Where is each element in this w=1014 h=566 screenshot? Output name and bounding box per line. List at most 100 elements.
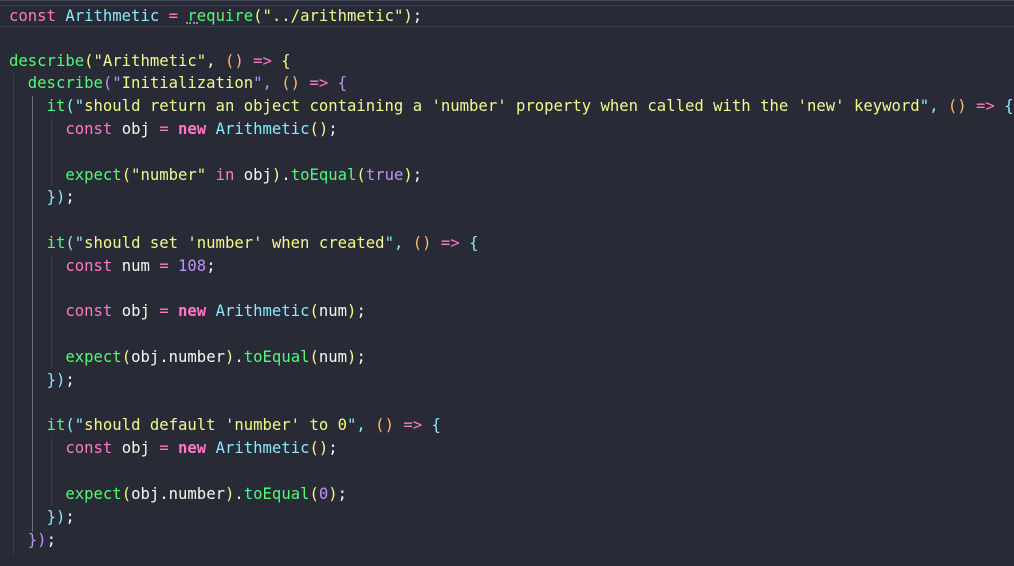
punctuation: } xyxy=(46,188,56,206)
function-call: require xyxy=(187,7,254,25)
punctuation: ) xyxy=(55,188,66,206)
function-call: expect xyxy=(65,348,122,366)
punctuation: ( xyxy=(121,166,132,184)
punctuation: ; xyxy=(356,302,366,320)
string-literal: should return an object containing a 'nu… xyxy=(84,97,920,115)
code-line-3: describe("Arithmetic", () => { xyxy=(9,50,291,72)
punctuation: . xyxy=(281,166,291,184)
punctuation: ( xyxy=(281,74,291,92)
string-literal: ../arithmetic xyxy=(271,7,394,25)
string-literal: "number" xyxy=(131,166,207,184)
code-line-17: }); xyxy=(9,369,75,391)
punctuation: ( xyxy=(412,234,423,252)
class-name: Arithmetic xyxy=(215,120,310,138)
keyword-const: const xyxy=(9,7,56,25)
arrow-operator: => xyxy=(976,97,995,115)
punctuation: ) xyxy=(55,371,66,389)
keyword-const: const xyxy=(65,257,113,275)
arrow-operator: => xyxy=(403,416,423,434)
punctuation: ; xyxy=(46,531,56,549)
code-line-20: const obj = new Arithmetic(); xyxy=(9,437,338,459)
code-editor[interactable]: const Arithmetic = require (" ../arithmeti… xyxy=(0,0,1014,566)
punctuation: ) xyxy=(318,439,329,457)
punctuation: ; xyxy=(65,371,75,389)
function-call: it xyxy=(46,97,66,115)
function-call: describe xyxy=(27,74,103,92)
function-call: expect xyxy=(65,485,122,503)
code-line-24: }); xyxy=(9,529,56,551)
code-line-19: it("should default 'number' to 0", () =>… xyxy=(9,414,441,436)
class-name: Arithmetic xyxy=(65,7,160,25)
identifier: obj xyxy=(121,439,150,457)
code-line-11: it("should set 'number' when created", (… xyxy=(9,232,479,254)
punctuation: ) xyxy=(271,166,282,184)
punctuation: ( xyxy=(309,348,319,366)
punctuation: { xyxy=(431,416,441,434)
punctuation: ( xyxy=(375,416,385,434)
punctuation: ) xyxy=(422,234,432,252)
punctuation: ( xyxy=(309,485,319,503)
punctuation: . xyxy=(159,485,169,503)
identifier: obj xyxy=(243,166,272,184)
punctuation: ) xyxy=(957,97,967,115)
punctuation: ; xyxy=(356,348,366,366)
punctuation: ( xyxy=(309,302,319,320)
punctuation: ; xyxy=(412,166,423,184)
property: number xyxy=(168,485,225,503)
operator: = xyxy=(159,257,169,275)
number-literal: 108 xyxy=(178,257,207,275)
punctuation: ( xyxy=(309,439,319,457)
punctuation: ( xyxy=(121,348,132,366)
punctuation: } xyxy=(27,531,38,549)
punctuation: ; xyxy=(337,485,348,503)
keyword-const: const xyxy=(65,302,113,320)
identifier: num xyxy=(318,348,348,366)
method-call: toEqual xyxy=(290,166,357,184)
code-line-12: const num = 108; xyxy=(9,255,216,277)
method-call: toEqual xyxy=(243,485,310,503)
keyword-new: new xyxy=(178,302,207,320)
punctuation: ) xyxy=(224,485,235,503)
punctuation: ) xyxy=(55,508,66,526)
punctuation: ) xyxy=(318,120,329,138)
class-name: Arithmetic xyxy=(215,302,310,320)
punctuation: } xyxy=(46,508,56,526)
punctuation: ; xyxy=(412,7,423,25)
identifier: obj xyxy=(131,348,160,366)
string-literal: should set 'number' when created xyxy=(84,234,385,252)
arrow-operator: => xyxy=(309,74,329,92)
arrow-operator: => xyxy=(440,234,460,252)
operator: = xyxy=(168,7,179,25)
code-line-16: expect(obj.number).toEqual(num); xyxy=(9,346,366,368)
punctuation: ; xyxy=(206,257,216,275)
code-line-8: expect("number" in obj).toEqual(true); xyxy=(9,164,422,186)
editor-top-border xyxy=(0,0,1014,1)
punctuation: ; xyxy=(65,508,75,526)
code-line-23: }); xyxy=(9,506,75,528)
operator: = xyxy=(159,302,169,320)
code-line-5: it("should return an object containing a… xyxy=(9,95,1014,117)
punctuation: ; xyxy=(328,120,338,138)
punctuation: ( xyxy=(947,97,958,115)
method-call: toEqual xyxy=(243,348,310,366)
keyword-in: in xyxy=(215,166,235,184)
string-literal: should default 'number' to 0 xyxy=(84,416,347,434)
punctuation: (" xyxy=(65,97,85,115)
punctuation: ) xyxy=(37,531,47,549)
punctuation: ) xyxy=(384,416,394,434)
punctuation: ; xyxy=(65,188,75,206)
keyword-const: const xyxy=(65,439,113,457)
arrow-operator: => xyxy=(253,52,272,70)
punctuation: ) xyxy=(328,485,338,503)
punctuation: ", xyxy=(347,416,366,434)
punctuation: . xyxy=(159,348,169,366)
punctuation: { xyxy=(281,52,291,70)
identifier: obj xyxy=(121,120,150,138)
function-call: describe xyxy=(9,52,85,70)
property: number xyxy=(168,348,225,366)
punctuation: (" xyxy=(65,416,85,434)
operator: = xyxy=(159,439,169,457)
punctuation: ; xyxy=(328,439,338,457)
punctuation: ( xyxy=(121,485,132,503)
punctuation: ) xyxy=(224,348,235,366)
